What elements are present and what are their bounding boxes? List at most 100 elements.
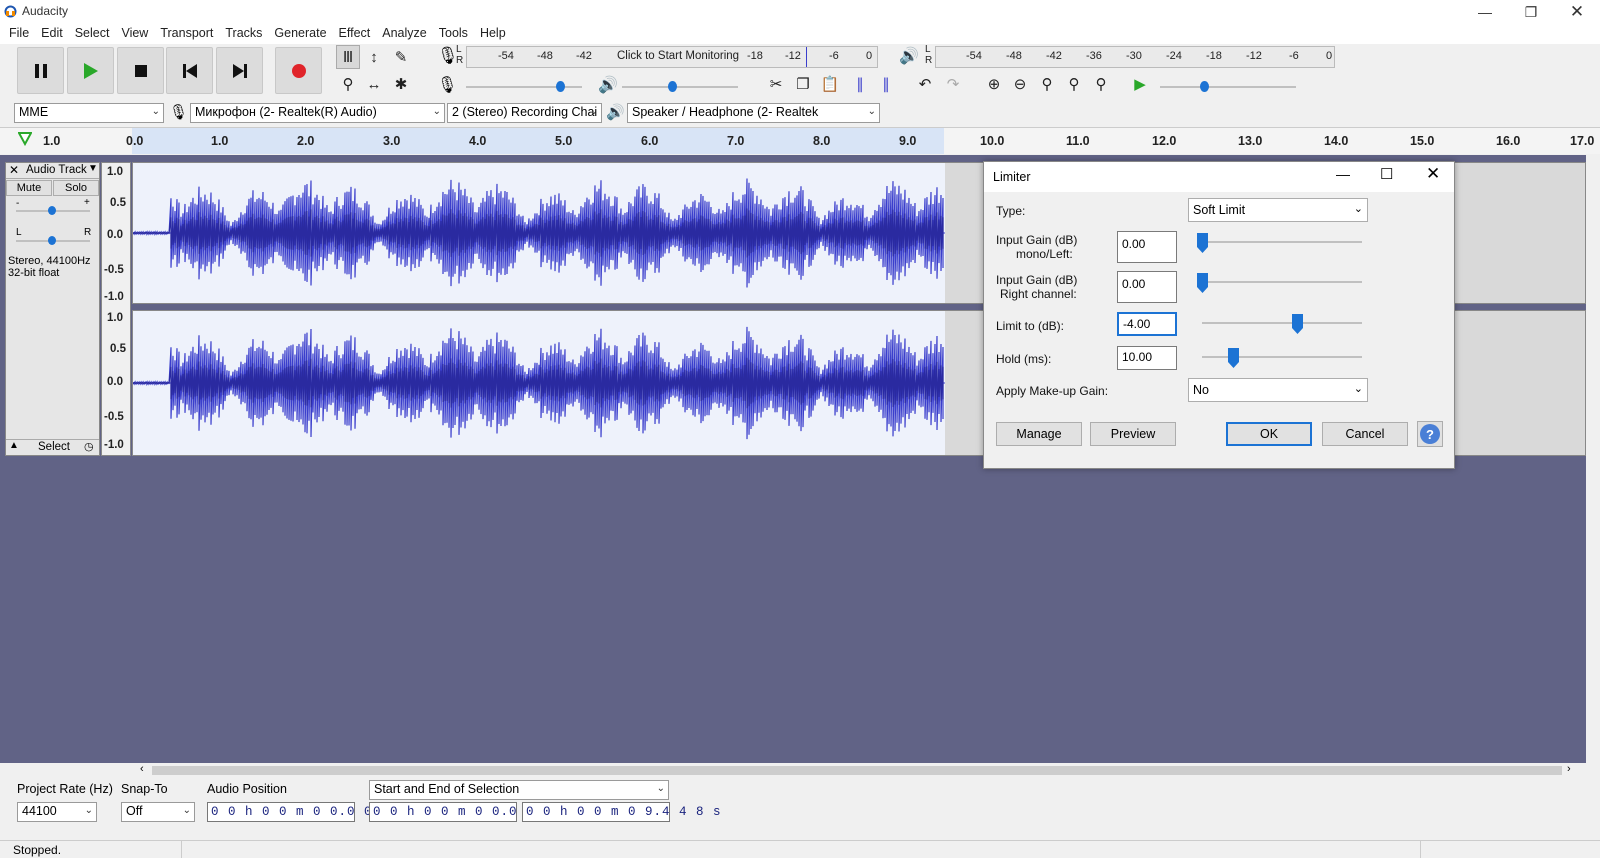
trim-button[interactable]: ∥ [848, 72, 872, 96]
makeup-gain-select[interactable]: No ⌄ [1188, 378, 1368, 402]
gain-right-field[interactable]: 0.00 [1117, 271, 1177, 303]
speaker-volume-icon: 🔊 [598, 77, 618, 94]
menu-generate[interactable]: Generate [268, 24, 332, 44]
minimize-button[interactable]: — [1462, 0, 1508, 24]
track-control-panel[interactable]: ✕ Audio Track ▼ Mute Solo - + L R Stereo… [5, 162, 100, 456]
limit-thumb[interactable] [1292, 314, 1303, 334]
stop-button[interactable] [117, 47, 164, 94]
gain-right-thumb[interactable] [1197, 273, 1208, 293]
track-menu-chevron-icon[interactable]: ▼ [88, 163, 98, 174]
play-speed-slider[interactable] [1160, 86, 1296, 88]
draw-tool[interactable]: ✎ [389, 45, 413, 69]
project-rate-select[interactable]: 44100 ⌄ [17, 802, 97, 822]
gain-right-slider[interactable] [1202, 281, 1362, 283]
pause-button[interactable] [17, 47, 64, 94]
input-channels-select[interactable]: 2 (Stereo) Recording Chai ⌄ [447, 103, 602, 123]
playback-volume-slider[interactable] [622, 86, 738, 88]
dialog-title-bar[interactable]: Limiter — ☐ ✕ [984, 162, 1454, 192]
multi-tool[interactable]: ✱ [389, 72, 413, 96]
fit-project-button[interactable]: ⚲ [1062, 72, 1086, 96]
waveform-left-channel[interactable] [133, 163, 945, 303]
paste-button[interactable]: 📋 [818, 72, 842, 96]
preview-button[interactable]: Preview [1090, 422, 1176, 446]
menu-edit[interactable]: Edit [35, 24, 69, 44]
help-button[interactable]: ? [1417, 421, 1443, 447]
undo-button[interactable]: ↶ [913, 72, 937, 96]
selection-end-field[interactable]: 0 0 h 0 0 m 0 9.4 4 8 s [522, 802, 721, 822]
skip-start-button[interactable] [166, 47, 213, 94]
menu-effect[interactable]: Effect [333, 24, 377, 44]
snap-to-select[interactable]: Off ⌄ [121, 802, 195, 822]
scroll-left-icon[interactable]: ‹ [140, 763, 144, 775]
vertical-scrollbar[interactable] [1586, 155, 1600, 763]
horizontal-scroll-thumb[interactable] [152, 766, 1562, 775]
menu-view[interactable]: View [115, 24, 154, 44]
gain-left-slider[interactable] [1202, 241, 1362, 243]
recording-volume-thumb[interactable] [556, 81, 565, 92]
hold-field[interactable]: 10.00 [1117, 346, 1177, 370]
copy-button[interactable]: ❐ [791, 72, 815, 96]
menu-analyze[interactable]: Analyze [376, 24, 432, 44]
collapse-track-icon[interactable]: ▲ [9, 440, 19, 451]
redo-button[interactable]: ↷ [941, 72, 965, 96]
gain-left-thumb[interactable] [1197, 233, 1208, 253]
selection-start-field[interactable]: 0 0 h 0 0 m 0 0.0 0 0 s [369, 802, 568, 822]
menu-tools[interactable]: Tools [433, 24, 474, 44]
dialog-close-icon[interactable]: ✕ [1426, 164, 1440, 184]
record-button[interactable] [275, 47, 322, 94]
track-close-icon[interactable]: ✕ [9, 163, 19, 177]
waveform-right-channel[interactable] [133, 311, 945, 455]
zoom-toggle-button[interactable]: ⚲ [1089, 72, 1113, 96]
timeline-options-icon[interactable] [18, 132, 32, 146]
zoom-in-button[interactable]: ⊕ [982, 72, 1006, 96]
silence-button[interactable]: ∥ [874, 72, 898, 96]
hold-thumb[interactable] [1228, 348, 1239, 368]
menu-help[interactable]: Help [474, 24, 512, 44]
cancel-button[interactable]: Cancel [1322, 422, 1408, 446]
play-button[interactable] [67, 47, 114, 94]
output-device-select[interactable]: Speaker / Headphone (2- Realtek ⌄ [627, 103, 880, 123]
scroll-right-icon[interactable]: › [1567, 763, 1571, 775]
envelope-tool[interactable]: ↕ [362, 45, 386, 69]
track-pan-thumb[interactable] [48, 236, 56, 245]
track-gain-thumb[interactable] [48, 206, 56, 215]
skip-end-button[interactable] [216, 47, 263, 94]
limit-field[interactable]: -4.00 [1117, 312, 1177, 336]
input-device-select[interactable]: Микрофон (2- Realtek(R) Audio) ⌄ [190, 103, 445, 123]
horizontal-scrollbar[interactable]: ‹ › [0, 763, 1600, 778]
menu-select[interactable]: Select [69, 24, 116, 44]
manage-button[interactable]: Manage [996, 422, 1082, 446]
menu-file[interactable]: File [3, 24, 35, 44]
type-select[interactable]: Soft Limit ⌄ [1188, 198, 1368, 222]
audio-position-field[interactable]: 0 0 h 0 0 m 0 0.0 0 0 s [207, 802, 406, 822]
mute-button[interactable]: Mute [6, 180, 52, 196]
solo-button[interactable]: Solo [53, 180, 99, 196]
dialog-maximize-icon[interactable]: ☐ [1380, 165, 1393, 183]
restore-button[interactable]: ❐ [1508, 0, 1554, 24]
select-track-button[interactable]: Select [38, 441, 70, 453]
menu-transport[interactable]: Transport [154, 24, 219, 44]
fit-selection-button[interactable]: ⚲ [1035, 72, 1059, 96]
timeline-ruler[interactable]: 1.0 0.0 1.0 2.0 3.0 4.0 5.0 6.0 7.0 8.0 … [0, 128, 1600, 154]
playback-volume-thumb[interactable] [668, 81, 677, 92]
limiter-dialog[interactable]: Limiter — ☐ ✕ Type: Soft Limit ⌄ Input Ga… [983, 161, 1455, 469]
start-monitoring-prompt[interactable]: Click to Start Monitoring [617, 50, 739, 70]
menu-tracks[interactable]: Tracks [219, 24, 268, 44]
track-name-menu[interactable]: Audio Track [26, 164, 87, 176]
play-speed-thumb[interactable] [1200, 81, 1209, 92]
zoom-out-button[interactable]: ⊖ [1008, 72, 1032, 96]
dialog-minimize-icon[interactable]: — [1336, 166, 1350, 182]
close-button[interactable]: ✕ [1554, 0, 1600, 24]
audio-host-select[interactable]: MME ⌄ [14, 103, 164, 123]
selection-mode-select[interactable]: Start and End of Selection ⌄ [369, 780, 669, 800]
vertical-scale[interactable]: 1.0 0.5 0.0 -0.5 -1.0 1.0 0.5 0.0 -0.5 -… [101, 162, 131, 456]
zoom-tool[interactable]: ⚲ [336, 72, 360, 96]
selection-tool[interactable]: Ⅲ [336, 45, 360, 69]
cut-button[interactable]: ✂ [764, 72, 788, 96]
time-shift-tool[interactable]: ↔ [362, 72, 386, 96]
play-at-speed-button[interactable]: ▶ [1128, 72, 1152, 96]
limit-slider[interactable] [1202, 322, 1362, 324]
ok-button[interactable]: OK [1226, 422, 1312, 446]
gain-left-field[interactable]: 0.00 [1117, 231, 1177, 263]
hold-slider[interactable] [1202, 356, 1362, 358]
